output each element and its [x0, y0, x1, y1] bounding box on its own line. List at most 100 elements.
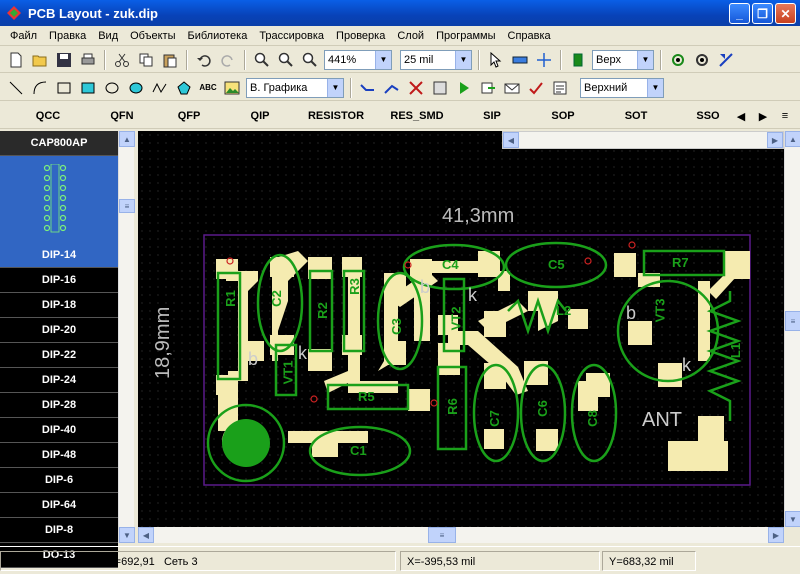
route-button[interactable]	[357, 77, 379, 99]
layer-select[interactable]: Верхний ▼	[580, 77, 664, 98]
open-button[interactable]	[29, 49, 51, 71]
grid-select[interactable]: 25 mil ▼	[400, 49, 472, 70]
scroll-up-button[interactable]: ▲	[119, 131, 135, 147]
library-scrollbar[interactable]: ▲ ≡ ▼	[118, 131, 135, 543]
pkg-tab-qfn[interactable]: QFN	[96, 103, 148, 129]
menu-programs[interactable]: Программы	[430, 26, 501, 46]
image-tool[interactable]	[221, 77, 243, 99]
export-button[interactable]	[477, 77, 499, 99]
zoom-select[interactable]: 441% ▼	[324, 49, 392, 70]
library-item[interactable]: DIP-40	[0, 418, 118, 443]
scroll-left-button[interactable]: ◀	[138, 527, 154, 543]
menu-check[interactable]: Проверка	[330, 26, 391, 46]
pkg-tab-qip[interactable]: QIP	[230, 103, 290, 129]
scroll-right-button[interactable]: ▶	[767, 132, 783, 148]
copy-button[interactable]	[135, 49, 157, 71]
arc-tool[interactable]	[29, 77, 51, 99]
pkg-tab-res-smd[interactable]: RES_SMD	[382, 103, 452, 129]
print-button[interactable]	[77, 49, 99, 71]
pkg-prev-button[interactable]: ◀	[732, 107, 750, 125]
scroll-right-button[interactable]: ▶	[768, 527, 784, 543]
zoom-fit-button[interactable]	[299, 49, 321, 71]
menu-layer[interactable]: Слой	[391, 26, 430, 46]
pad-button[interactable]	[667, 49, 689, 71]
pkg-tab-sop[interactable]: SOP	[532, 103, 594, 129]
menu-routing[interactable]: Трассировка	[253, 26, 330, 46]
library-item[interactable]: DIP-22	[0, 343, 118, 368]
library-item-selected[interactable]: DIP-14	[0, 156, 118, 268]
cut-button[interactable]	[111, 49, 133, 71]
pkg-tab-qcc[interactable]: QCC	[0, 103, 96, 129]
side-select[interactable]: Верх ▼	[592, 49, 654, 70]
component-button[interactable]	[567, 49, 589, 71]
library-item[interactable]: DIP-16	[0, 268, 118, 293]
library-item[interactable]: DIP-8	[0, 518, 118, 543]
ruler-button[interactable]	[509, 49, 531, 71]
text-tool[interactable]: ABC	[197, 77, 219, 99]
scroll-left-button[interactable]: ◀	[503, 132, 519, 148]
filled-ellipse-tool[interactable]	[125, 77, 147, 99]
drc-button[interactable]	[525, 77, 547, 99]
crosshair-button[interactable]	[533, 49, 555, 71]
library-header[interactable]: CAP800AP	[0, 131, 118, 156]
scroll-thumb[interactable]: ≡	[785, 311, 800, 331]
pcb-canvas[interactable]: 41,3mm 18,9mm R1 C2 R2 R3 C4 C5 R7 C3 VT…	[138, 131, 784, 527]
library-item[interactable]: DIP-48	[0, 443, 118, 468]
pkg-tab-sso[interactable]: SSO	[678, 103, 738, 129]
via-button[interactable]	[691, 49, 713, 71]
canvas-hscrollbar[interactable]: ◀ ≡ ▶	[138, 527, 784, 543]
menu-library[interactable]: Библиотека	[182, 26, 254, 46]
scroll-thumb[interactable]: ≡	[428, 527, 456, 543]
library-item[interactable]: DIP-28	[0, 393, 118, 418]
scroll-up-button[interactable]: ▲	[785, 131, 800, 147]
menu-help[interactable]: Справка	[502, 26, 557, 46]
library-item[interactable]: DIP-64	[0, 493, 118, 518]
ratsnest-button[interactable]	[429, 77, 451, 99]
run-button[interactable]	[453, 77, 475, 99]
zoom-in-button[interactable]	[251, 49, 273, 71]
filled-rect-tool[interactable]	[77, 77, 99, 99]
polygon-tool[interactable]	[173, 77, 195, 99]
polyline-tool[interactable]	[149, 77, 171, 99]
pkg-tab-qfp[interactable]: QFP	[148, 103, 230, 129]
ellipse-tool[interactable]	[101, 77, 123, 99]
library-item[interactable]: DIP-20	[0, 318, 118, 343]
scroll-thumb[interactable]: ≡	[119, 199, 135, 213]
floating-scrollbar[interactable]: ◀ ▶	[502, 131, 784, 149]
canvas-vscrollbar[interactable]: ▲ ≡ ▼	[784, 131, 800, 527]
via-icon	[696, 53, 708, 66]
layer-mode-select[interactable]: В. Графика ▼	[246, 77, 344, 98]
pkg-tab-sip[interactable]: SIP	[452, 103, 532, 129]
library-item[interactable]: DIP-24	[0, 368, 118, 393]
pkg-tab-resistor[interactable]: RESISTOR	[290, 103, 382, 129]
rect-tool[interactable]	[53, 77, 75, 99]
library-item[interactable]: DIP-18	[0, 293, 118, 318]
close-button[interactable]: ✕	[775, 3, 796, 24]
pkg-next-button[interactable]: ▶	[754, 107, 772, 125]
library-item[interactable]: DIP-6	[0, 468, 118, 493]
new-button[interactable]	[5, 49, 27, 71]
line-tool[interactable]	[5, 77, 27, 99]
undo-button[interactable]	[193, 49, 215, 71]
autoroute-button[interactable]	[381, 77, 403, 99]
menu-objects[interactable]: Объекты	[124, 26, 181, 46]
maximize-button[interactable]: ❐	[752, 3, 773, 24]
zoom-out-button[interactable]	[275, 49, 297, 71]
mail-button[interactable]	[501, 77, 523, 99]
pkg-tab-sot[interactable]: SOT	[594, 103, 678, 129]
chevron-up-icon: ▲	[123, 134, 131, 144]
paste-button[interactable]	[159, 49, 181, 71]
menu-file[interactable]: Файл	[4, 26, 43, 46]
scroll-down-button[interactable]: ▼	[119, 527, 135, 543]
menu-edit[interactable]: Правка	[43, 26, 92, 46]
drc-report-button[interactable]	[549, 77, 571, 99]
select-tool-button[interactable]	[485, 49, 507, 71]
unroute-button[interactable]	[405, 77, 427, 99]
minimize-button[interactable]: _	[729, 3, 750, 24]
pkg-menu-button[interactable]: ≡	[776, 107, 794, 125]
scroll-down-button[interactable]: ▼	[785, 511, 800, 527]
mirror-button[interactable]	[715, 49, 737, 71]
save-button[interactable]	[53, 49, 75, 71]
redo-button[interactable]	[217, 49, 239, 71]
menu-view[interactable]: Вид	[92, 26, 124, 46]
